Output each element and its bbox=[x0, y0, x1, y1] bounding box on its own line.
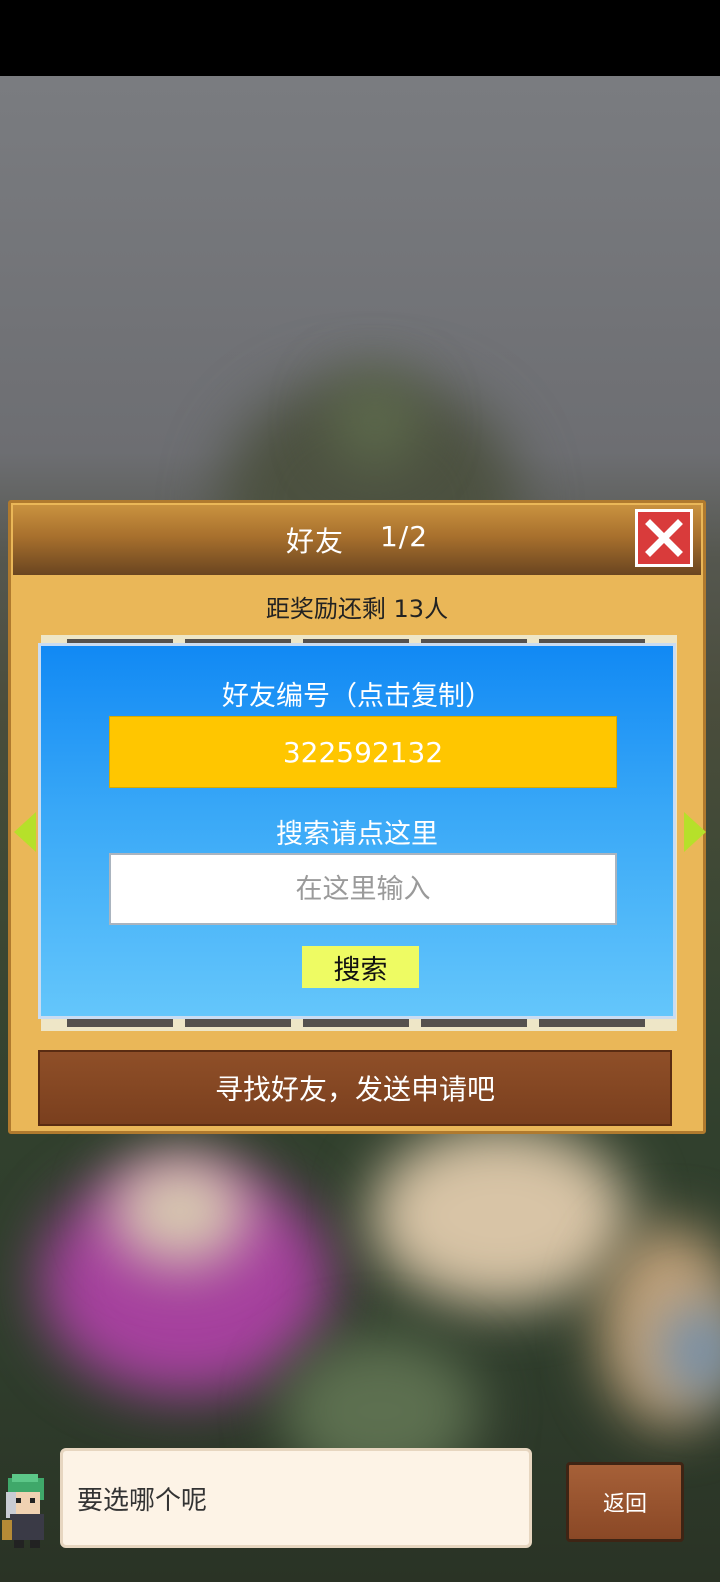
back-button[interactable]: 返回 bbox=[566, 1462, 684, 1542]
friend-id-copy-box[interactable]: 322592132 bbox=[109, 716, 617, 788]
character-dialog: 要选哪个呢 bbox=[60, 1448, 532, 1548]
status-bar bbox=[0, 0, 720, 76]
prev-page-arrow-icon[interactable] bbox=[14, 812, 36, 852]
close-button[interactable] bbox=[635, 509, 693, 567]
panel-header: 好友 1/2 bbox=[13, 505, 701, 575]
close-icon bbox=[645, 519, 683, 557]
panel-title: 好友 bbox=[285, 525, 344, 558]
page-indicator: 1/2 bbox=[379, 520, 429, 553]
next-page-arrow-icon[interactable] bbox=[684, 812, 706, 852]
reward-progress-text: 距奖励还剩 13人 bbox=[265, 595, 449, 623]
character-avatar-icon bbox=[2, 1474, 44, 1548]
friend-search-input[interactable] bbox=[109, 853, 617, 925]
friend-id-label: 好友编号（点击复制） bbox=[222, 681, 492, 712]
find-friends-button[interactable]: 寻找好友，发送申请吧 bbox=[38, 1050, 672, 1126]
search-button[interactable]: 搜索 bbox=[302, 946, 419, 988]
friend-search-modal: 好友编号（点击复制） 322592132 搜索请点这里 搜索 bbox=[38, 643, 676, 1019]
search-label: 搜索请点这里 bbox=[276, 819, 438, 850]
